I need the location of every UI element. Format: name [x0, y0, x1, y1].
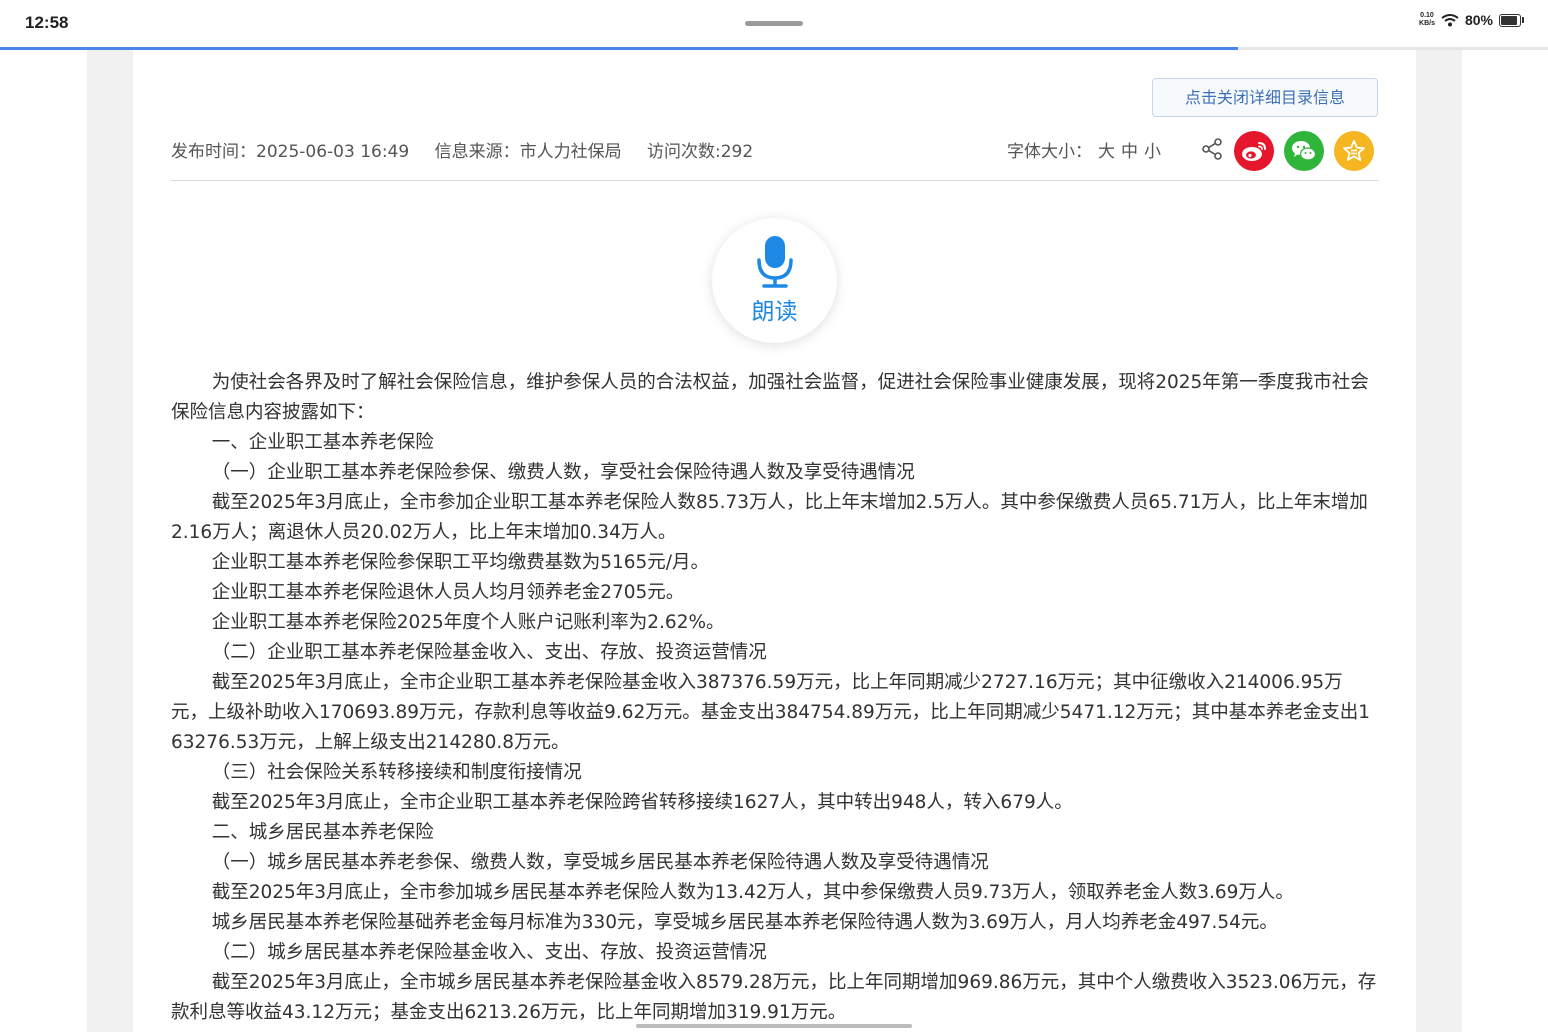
weibo-share-button[interactable]	[1234, 131, 1274, 171]
battery-percent: 80%	[1464, 12, 1493, 28]
font-small-button[interactable]: 小	[1144, 142, 1161, 162]
info-source: 信息来源：市人力社保局	[434, 142, 622, 162]
article-paragraph: 截至2025年3月底止，全市参加城乡居民基本养老保险人数为13.42万人，其中参…	[211, 882, 1294, 903]
subsection-heading: （一）城乡居民基本养老参保、缴费人数，享受城乡居民基本养老保险待遇人数及享受待遇…	[211, 852, 989, 873]
header-divider	[171, 180, 1378, 181]
read-aloud-button[interactable]: 朗读	[712, 218, 837, 343]
status-time: 12:58	[25, 13, 69, 32]
article-paragraph: 为使社会各界及时了解社会保险信息，维护参保人员的合法权益，加强社会监督，促进社会…	[171, 372, 1369, 423]
subsection-heading: （三）社会保险关系转移接续和制度衔接情况	[211, 762, 582, 783]
article-meta: 发布时间：2025-06-03 16:49 信息来源：市人力社保局 访问次数:2…	[171, 137, 773, 162]
article-paragraph: 截至2025年3月底止，全市企业职工基本养老保险跨省转移接续1627人，其中转出…	[211, 792, 1073, 813]
star-icon	[1343, 140, 1365, 161]
wechat-share-button[interactable]	[1284, 131, 1324, 171]
font-size-label: 字体大小：	[1007, 142, 1092, 162]
subsection-heading: （二）城乡居民基本养老保险基金收入、支出、存放、投资运营情况	[211, 942, 767, 963]
font-medium-button[interactable]: 中	[1121, 142, 1138, 162]
drag-handle[interactable]	[745, 21, 803, 26]
font-large-button[interactable]: 大	[1098, 142, 1115, 162]
subsection-heading: （一）企业职工基本养老保险参保、缴费人数，享受社会保险待遇人数及享受待遇情况	[211, 462, 915, 483]
font-size-control: 字体大小： 大中小	[1007, 137, 1161, 162]
section-heading: 二、城乡居民基本养老保险	[211, 822, 434, 843]
battery-icon	[1499, 13, 1521, 27]
status-indicators: 0.10 KB/s 80%	[1419, 12, 1524, 28]
wifi-icon	[1441, 14, 1459, 27]
read-aloud-label: 朗读	[751, 299, 798, 325]
close-catalog-button[interactable]: 点击关闭详细目录信息	[1152, 78, 1378, 117]
article-paragraph: 截至2025年3月底止，全市城乡居民基本养老保险基金收入8579.28万元，比上…	[171, 972, 1377, 1023]
article-paragraph: 城乡居民基本养老保险基础养老金每月标准为330元，享受城乡居民基本养老保险待遇人…	[211, 912, 1278, 933]
status-bar: 12:58 0.10 KB/s 80%	[0, 0, 1548, 48]
subsection-heading: （二）企业职工基本养老保险基金收入、支出、存放、投资运营情况	[211, 642, 767, 663]
publish-time: 发布时间：2025-06-03 16:49	[171, 142, 410, 162]
article-paragraph: 企业职工基本养老保险参保职工平均缴费基数为5165元/月。	[211, 552, 710, 573]
article-paragraph: 企业职工基本养老保险2025年度个人账户记账利率为2.62%。	[211, 612, 725, 633]
home-indicator[interactable]	[636, 1024, 912, 1028]
favorite-button[interactable]	[1334, 131, 1374, 171]
article-paragraph: 截至2025年3月底止，全市参加企业职工基本养老保险人数85.73万人，比上年末…	[171, 492, 1368, 543]
section-heading: 一、企业职工基本养老保险	[211, 432, 434, 453]
weibo-icon	[1242, 142, 1266, 161]
network-speed: 0.10 KB/s	[1419, 12, 1435, 27]
wechat-icon	[1292, 141, 1317, 161]
article-paragraph: 企业职工基本养老保险退休人员人均月领养老金2705元。	[211, 582, 685, 603]
visit-count: 访问次数:292	[647, 142, 754, 162]
share-icon[interactable]	[1200, 137, 1224, 161]
battery-tip	[1522, 17, 1524, 23]
microphone-icon	[757, 236, 793, 288]
article-body: 为使社会各界及时了解社会保险信息，维护参保人员的合法权益，加强社会监督，促进社会…	[171, 368, 1378, 1028]
article-paragraph: 截至2025年3月底止，全市企业职工基本养老保险基金收入387376.59万元，…	[171, 672, 1371, 753]
